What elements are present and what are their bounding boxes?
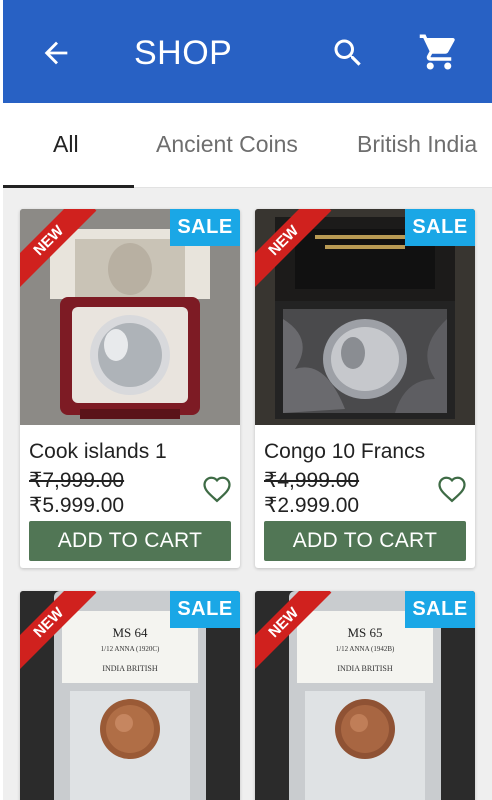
app-bar: SHOP	[3, 0, 492, 103]
cart-button[interactable]	[415, 28, 463, 76]
sale-badge: SALE	[170, 591, 240, 628]
sale-price: ₹2,999.00	[264, 494, 360, 512]
wishlist-button[interactable]	[202, 475, 232, 503]
original-price: ₹4,999.00	[264, 469, 360, 492]
product-card[interactable]: NEW SALE Cook islands 1 ₹7,999.00 ₹5,999…	[20, 209, 240, 568]
product-name: Congo 10 Francs	[264, 440, 426, 463]
arrow-back-icon	[44, 41, 68, 65]
product-image[interactable]: MS 65 1/12 ANNA (1942B) INDIA BRITISH NE…	[255, 591, 475, 800]
search-icon	[334, 39, 361, 66]
back-button[interactable]	[33, 30, 79, 76]
product-image[interactable]: NEW SALE	[20, 209, 240, 425]
category-tabs: All Ancient Coins British India	[3, 103, 492, 188]
slab-grade: MS 65	[347, 625, 382, 640]
shopping-cart-icon	[419, 34, 455, 70]
tab-all[interactable]: All	[53, 131, 79, 158]
heart-outline-icon	[438, 476, 466, 503]
tab-indicator	[3, 185, 134, 188]
product-card[interactable]: MS 64 1/12 ANNA (1920C) INDIA BRITISH NE…	[20, 591, 240, 800]
search-button[interactable]	[325, 30, 371, 76]
sale-badge: SALE	[405, 209, 475, 246]
tab-ancient-coins[interactable]: Ancient Coins	[156, 131, 298, 158]
slab-line1: 1/12 ANNA (1942B)	[336, 645, 395, 653]
original-price: ₹7,999.00	[29, 469, 125, 492]
sale-badge: SALE	[170, 209, 240, 246]
slab-line1: 1/12 ANNA (1920C)	[101, 645, 160, 653]
slab-grade: MS 64	[112, 625, 148, 640]
slab-line3: INDIA BRITISH	[102, 664, 158, 673]
heart-outline-icon	[203, 476, 231, 503]
add-to-cart-button[interactable]: ADD TO CART	[29, 521, 231, 561]
product-card[interactable]: NEW SALE Congo 10 Francs ₹4,999.00 ₹2,99…	[255, 209, 475, 568]
sale-badge: SALE	[405, 591, 475, 628]
slab-line3: INDIA BRITISH	[337, 664, 393, 673]
tab-british-india[interactable]: British India	[357, 131, 477, 158]
app-screen: SHOP All Ancient Coins British India NEW…	[3, 0, 492, 800]
product-image[interactable]: NEW SALE	[255, 209, 475, 425]
page-title: SHOP	[134, 34, 233, 72]
product-name: Cook islands 1	[29, 440, 167, 463]
add-to-cart-button[interactable]: ADD TO CART	[264, 521, 466, 561]
wishlist-button[interactable]	[437, 475, 467, 503]
product-card[interactable]: MS 65 1/12 ANNA (1942B) INDIA BRITISH NE…	[255, 591, 475, 800]
product-image[interactable]: MS 64 1/12 ANNA (1920C) INDIA BRITISH NE…	[20, 591, 240, 800]
sale-price: ₹5,999.00	[29, 494, 125, 512]
